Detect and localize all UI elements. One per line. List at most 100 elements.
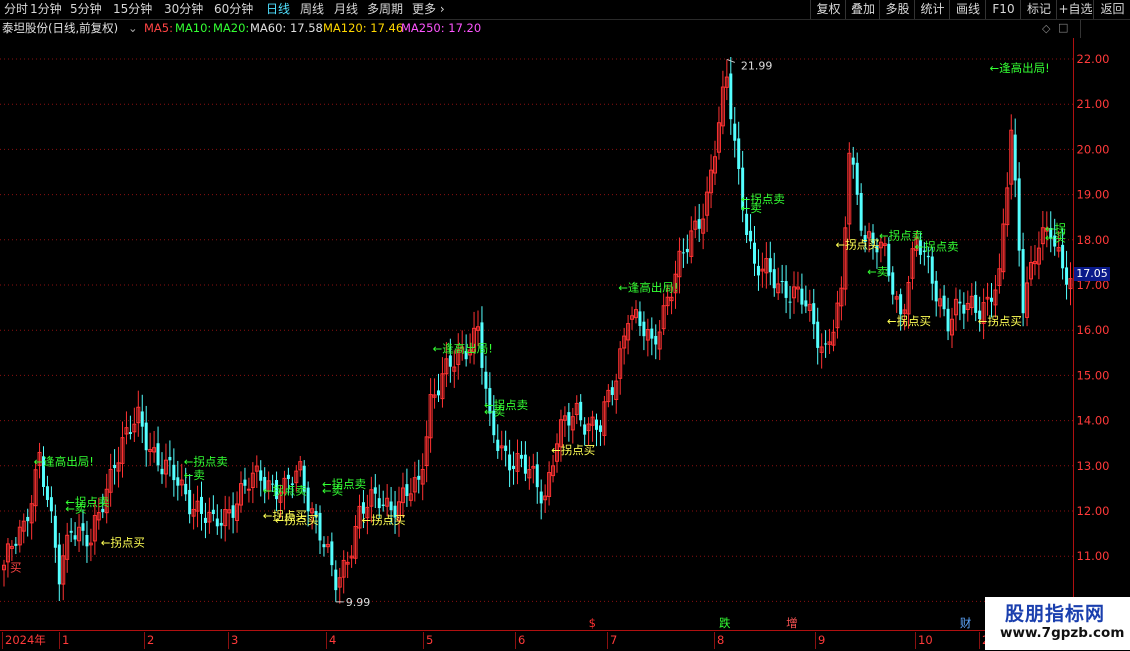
ma5-label: MA5: xyxy=(144,21,173,35)
candle-body-down xyxy=(448,355,452,367)
period-toolbar: 分时 1分钟 5分钟 15分钟 30分钟 60分钟 日线 周线 月线 多周期 更多 › 复权 叠加 多股统… xyxy=(0,0,1130,20)
indicator-info-bar: 泰坦股份(日线,前复权) ⌄ MA5: MA10: MA20: MA60: 17… xyxy=(0,20,1080,37)
watermark-logo: 股朋指标网 www.7gpzb.com xyxy=(985,597,1130,650)
candle-body-down xyxy=(405,484,409,496)
x-axis-label: 6 xyxy=(515,632,525,649)
candle-body-down xyxy=(824,343,828,345)
candle-body-down xyxy=(729,73,733,120)
signal-label: ←卖 xyxy=(184,468,205,482)
candle-body-down xyxy=(681,252,685,254)
candle-body-down xyxy=(176,477,180,486)
period-tab-1[interactable]: 1分钟 xyxy=(30,1,62,18)
candle-body-down xyxy=(381,504,385,506)
watermark-title: 股朋指标网 xyxy=(1005,603,1106,625)
candle-body-down xyxy=(583,424,587,435)
candle-body-down xyxy=(535,464,539,488)
signal-label: ←拐点卖 xyxy=(263,484,307,498)
signal-label: ←拐点买 xyxy=(101,536,145,550)
period-tab-9[interactable]: 多周期 xyxy=(367,1,403,18)
candle-body-down xyxy=(286,474,290,479)
x-axis-label: 10 xyxy=(915,632,933,649)
candle-body-down xyxy=(610,387,614,395)
candle-body-down xyxy=(508,454,512,471)
candle-body-down xyxy=(361,502,365,514)
event-mark: 财 xyxy=(960,616,972,630)
candle-body-down xyxy=(1017,178,1021,251)
axis-header xyxy=(1080,20,1130,38)
toolbar-button-4[interactable]: 画线 xyxy=(949,0,986,19)
candle-body-down xyxy=(128,432,132,434)
y-tick-label: 22.00 xyxy=(1077,52,1110,66)
candle-body-down xyxy=(598,425,602,432)
candle-body-down xyxy=(990,297,993,302)
candle-body-down xyxy=(200,496,203,514)
toolbar-button-1[interactable]: 叠加 xyxy=(845,0,880,19)
toolbar-button-3[interactable]: 统计 xyxy=(914,0,950,19)
period-tab-5[interactable]: 60分钟 xyxy=(214,1,253,18)
candle-body-down xyxy=(595,419,598,430)
candle-body-down xyxy=(144,422,148,451)
candle-body-down xyxy=(504,445,508,451)
candle-body-down xyxy=(373,487,377,494)
date-axis: 2024年123456789102 xyxy=(0,630,1130,651)
toolbar-button-6[interactable]: 标记 xyxy=(1020,0,1057,19)
candle-body-down xyxy=(184,483,188,495)
signal-label: 买 xyxy=(10,561,22,575)
candle-body-down xyxy=(45,486,49,500)
candle-body-down xyxy=(168,456,172,461)
candle-body-down xyxy=(1013,134,1017,181)
period-tab-6[interactable]: 日线 xyxy=(266,1,290,18)
signal-label: ←拐点卖 xyxy=(915,240,959,254)
candle-body-down xyxy=(231,505,235,518)
candle-body-down xyxy=(756,265,760,276)
signal-label: ←逢高出局! xyxy=(433,341,493,355)
candle-body-down xyxy=(942,295,946,310)
signal-label: ←买 xyxy=(1045,231,1066,245)
candle-body-down xyxy=(172,464,176,481)
period-tab-7[interactable]: 周线 xyxy=(300,1,324,18)
stock-title[interactable]: 泰坦股份(日线,前复权) xyxy=(2,20,118,37)
signal-label: ←卖 xyxy=(65,502,86,516)
candle-body-down xyxy=(1065,267,1069,285)
candle-body-down xyxy=(753,242,756,264)
candle-body-down xyxy=(926,255,930,258)
period-tab-4[interactable]: 30分钟 xyxy=(164,1,203,18)
candle-body-down xyxy=(113,464,117,469)
candle-body-down xyxy=(650,328,654,339)
period-tab-10[interactable]: 更多 › xyxy=(412,1,445,18)
candle-body-down xyxy=(800,288,804,305)
square-icon[interactable]: □ xyxy=(1058,21,1068,34)
candle-body-down xyxy=(73,535,77,540)
diamond-icon[interactable]: ◇ xyxy=(1042,22,1050,35)
candle-body-down xyxy=(53,515,57,548)
period-tab-2[interactable]: 5分钟 xyxy=(70,1,102,18)
candle-body-down xyxy=(203,517,207,523)
period-tab-8[interactable]: 月线 xyxy=(334,1,358,18)
signal-label: ←逢高出局! xyxy=(34,454,94,468)
signal-label: ←卖 xyxy=(322,484,343,498)
candle-body-down xyxy=(496,439,500,451)
candle-body-down xyxy=(523,454,527,474)
signal-label: ←逢高出局! xyxy=(618,280,678,294)
toolbar-button-8[interactable]: 返回 xyxy=(1093,0,1130,19)
period-tab-0[interactable]: 分时 xyxy=(4,1,28,18)
candle-body-down xyxy=(855,162,859,195)
y-tick-label: 12.00 xyxy=(1077,504,1110,518)
x-axis-label: 5 xyxy=(423,632,433,649)
event-mark: 跌 xyxy=(719,616,731,630)
candle-body-down xyxy=(219,522,223,526)
signal-label: ←拐点买 xyxy=(275,513,319,527)
candle-body-down xyxy=(389,501,393,511)
period-tab-3[interactable]: 15分钟 xyxy=(113,1,152,18)
toolbar-button-2[interactable]: 多股 xyxy=(879,0,915,19)
low-price-label: 9.99 xyxy=(346,596,371,609)
x-axis-label: 3 xyxy=(228,632,238,649)
candle-body-down xyxy=(539,491,543,504)
candle-body-down xyxy=(1021,249,1025,314)
toolbar-button-7[interactable]: +自选 xyxy=(1056,0,1094,19)
dropdown-chevron-icon[interactable]: ⌄ xyxy=(128,20,138,37)
candle-body-down xyxy=(788,301,792,303)
toolbar-button-0[interactable]: 复权 xyxy=(810,0,846,19)
signal-label: ←卖 xyxy=(867,264,888,278)
toolbar-button-5[interactable]: F10 xyxy=(985,0,1021,19)
